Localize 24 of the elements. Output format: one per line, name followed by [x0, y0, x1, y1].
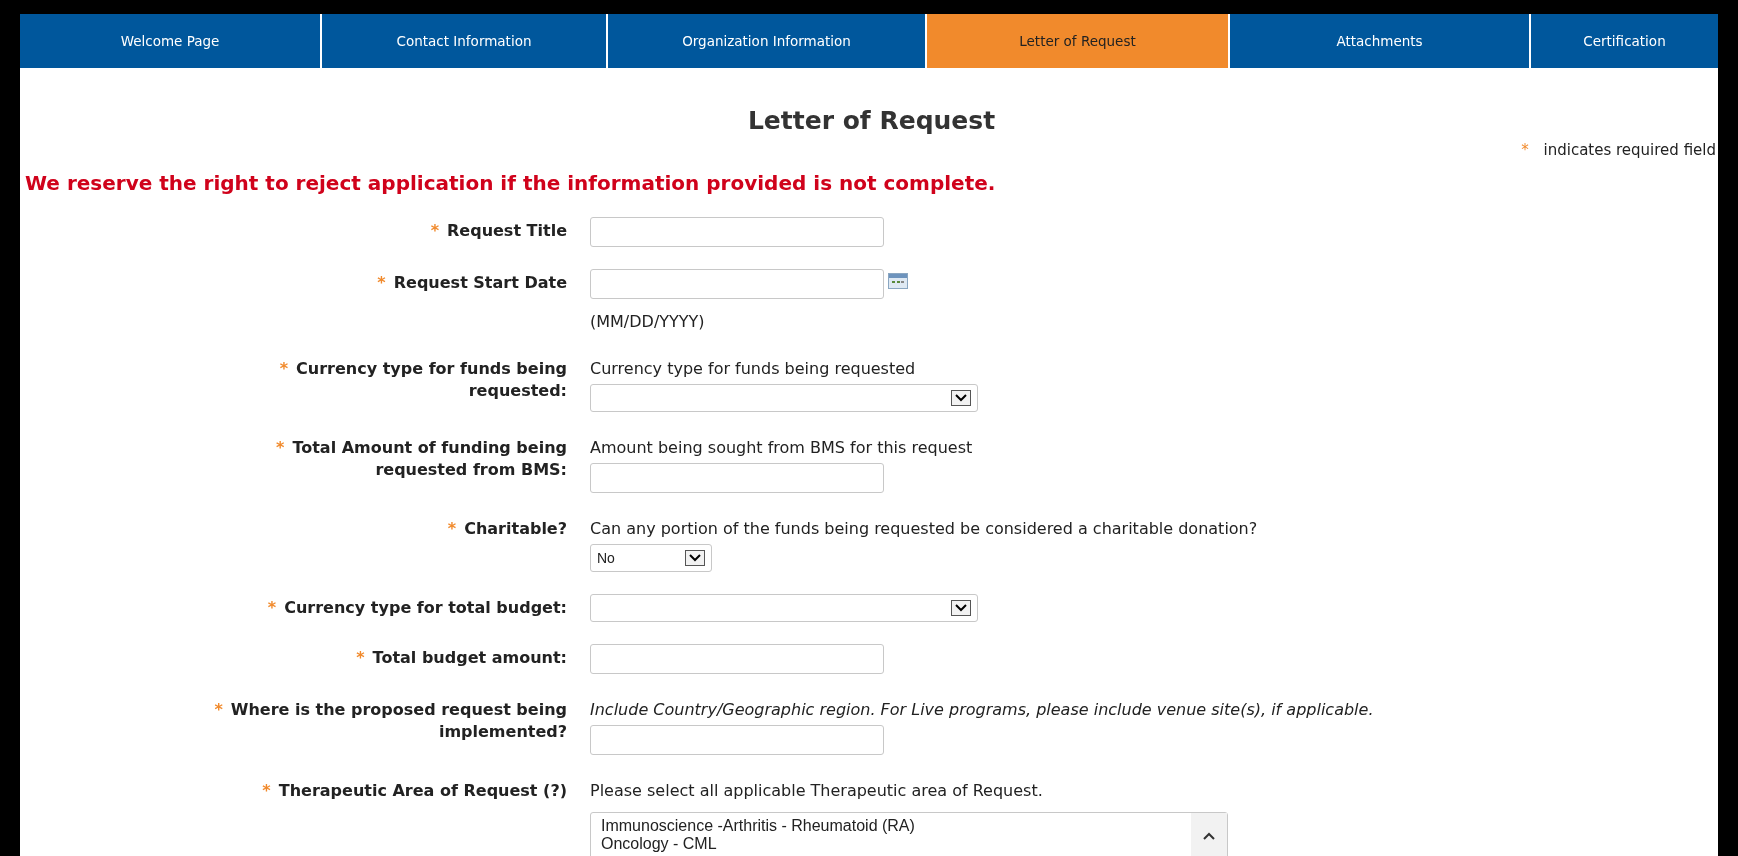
- field-label: * Currency type for funds being requested:: [278, 358, 567, 402]
- required-asterisk: *: [1521, 141, 1529, 159]
- field-label: * Therapeutic Area of Request (?): [262, 780, 567, 802]
- date-format-hint: (MM/DD/YYYY): [590, 311, 706, 333]
- warning-message: We reserve the right to reject application if the information provided is not complete.: [25, 171, 997, 195]
- field-hint: Can any portion of the funds being requested be considered a charitable donation?: [590, 518, 1259, 540]
- field-label: * Total budget amount:: [356, 647, 567, 669]
- field-hint: Currency type for funds being requested: [590, 358, 917, 380]
- field-label: * Charitable?: [447, 518, 567, 540]
- field-label: * Request Start Date: [377, 272, 567, 294]
- field-label: * Currency type for total budget:: [267, 597, 567, 619]
- page-title: Letter of Request: [746, 106, 997, 135]
- required-note: indicates required field: [1543, 141, 1716, 159]
- select-dropdown[interactable]: No: [590, 544, 712, 572]
- tab[interactable]: Letter of Request: [927, 14, 1230, 68]
- field-label: * Request Title: [430, 220, 567, 242]
- list-option[interactable]: Oncology - CML: [601, 835, 1181, 853]
- field-label: * Where is the proposed request being implemented?: [213, 699, 567, 743]
- field-hint: Include Country/Geographic region. For Live programs, please include venue site(s), if applicable.: [590, 699, 1375, 721]
- multi-select-listbox[interactable]: Immunoscience -Arthritis - Rheumatoid (RA) Oncology - CML: [590, 812, 1228, 856]
- list-option[interactable]: Immunoscience -Arthritis - Rheumatoid (RA): [601, 817, 1181, 835]
- field-hint: Please select all applicable Therapeutic area of Request.: [590, 780, 1044, 802]
- field-label: * Total Amount of funding being requested from BMS:: [275, 437, 567, 481]
- field-hint: Amount being sought from BMS for this request: [590, 437, 974, 459]
